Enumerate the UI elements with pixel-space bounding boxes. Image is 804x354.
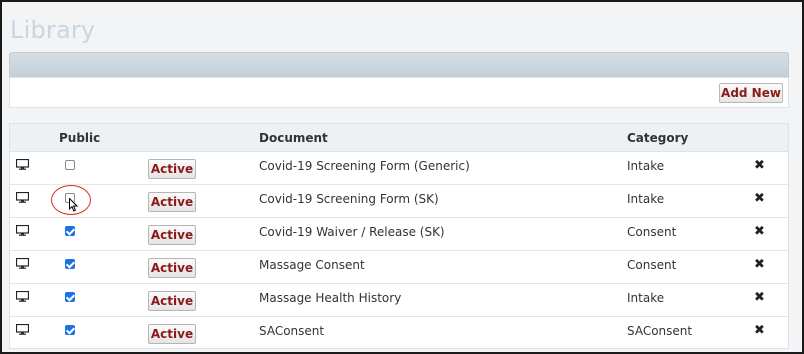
document-category: Consent [627,225,677,239]
active-status-button[interactable]: Active [148,225,196,245]
document-category: SAConsent [627,324,693,338]
desktop-icon[interactable] [16,291,29,302]
public-checkbox[interactable] [65,292,75,302]
table-row: Active Massage Health History Intake ✖ [10,284,788,317]
document-name[interactable]: Covid-19 Waiver / Release (SK) [259,225,445,239]
library-table: Public Document Category Active Covid-19… [9,123,789,349]
active-status-button[interactable]: Active [148,324,196,344]
public-checkbox[interactable] [65,160,75,170]
desktop-icon[interactable] [16,159,29,170]
active-status-button[interactable]: Active [148,258,196,278]
table-row: Active Massage Consent Consent ✖ [10,251,788,284]
document-category: Intake [627,192,665,206]
table-row: Active Covid-19 Screening Form (SK) Inta… [10,185,788,218]
table-header: Public Document Category [10,124,788,152]
close-icon[interactable]: ✖ [754,324,765,338]
close-icon[interactable]: ✖ [754,291,765,305]
table-row: Active Covid-19 Screening Form (Generic)… [10,152,788,185]
add-new-button[interactable]: Add New [719,83,783,103]
app-frame: Library Add New Public Document Category… [0,0,804,354]
desktop-icon[interactable] [16,324,29,335]
close-icon[interactable]: ✖ [754,192,765,206]
close-icon[interactable]: ✖ [754,258,765,272]
document-name[interactable]: Covid-19 Screening Form (Generic) [259,159,470,173]
active-status-button[interactable]: Active [148,192,196,212]
close-icon[interactable]: ✖ [754,159,765,173]
document-name[interactable]: SAConsent [259,324,324,338]
desktop-icon[interactable] [16,192,29,203]
mouse-cursor-icon [69,198,78,212]
document-name[interactable]: Covid-19 Screening Form (SK) [259,192,439,206]
document-category: Intake [627,291,665,305]
column-header-category[interactable]: Category [627,131,688,145]
close-icon[interactable]: ✖ [754,225,765,239]
active-status-button[interactable]: Active [148,291,196,311]
column-header-document[interactable]: Document [259,131,328,145]
desktop-icon[interactable] [16,225,29,236]
page-title: Library [10,16,96,44]
public-checkbox[interactable] [65,226,75,236]
toolbar: Add New [9,77,789,108]
document-category: Intake [627,159,665,173]
document-name[interactable]: Massage Health History [259,291,401,305]
table-row: Active SAConsent SAConsent ✖ [10,317,788,350]
header-bar [9,52,789,78]
table-row: Active Covid-19 Waiver / Release (SK) Co… [10,218,788,251]
desktop-icon[interactable] [16,258,29,269]
active-status-button[interactable]: Active [148,159,196,179]
document-category: Consent [627,258,677,272]
document-name[interactable]: Massage Consent [259,258,365,272]
public-checkbox[interactable] [65,259,75,269]
column-header-public[interactable]: Public [59,131,100,145]
public-checkbox[interactable] [65,325,75,335]
